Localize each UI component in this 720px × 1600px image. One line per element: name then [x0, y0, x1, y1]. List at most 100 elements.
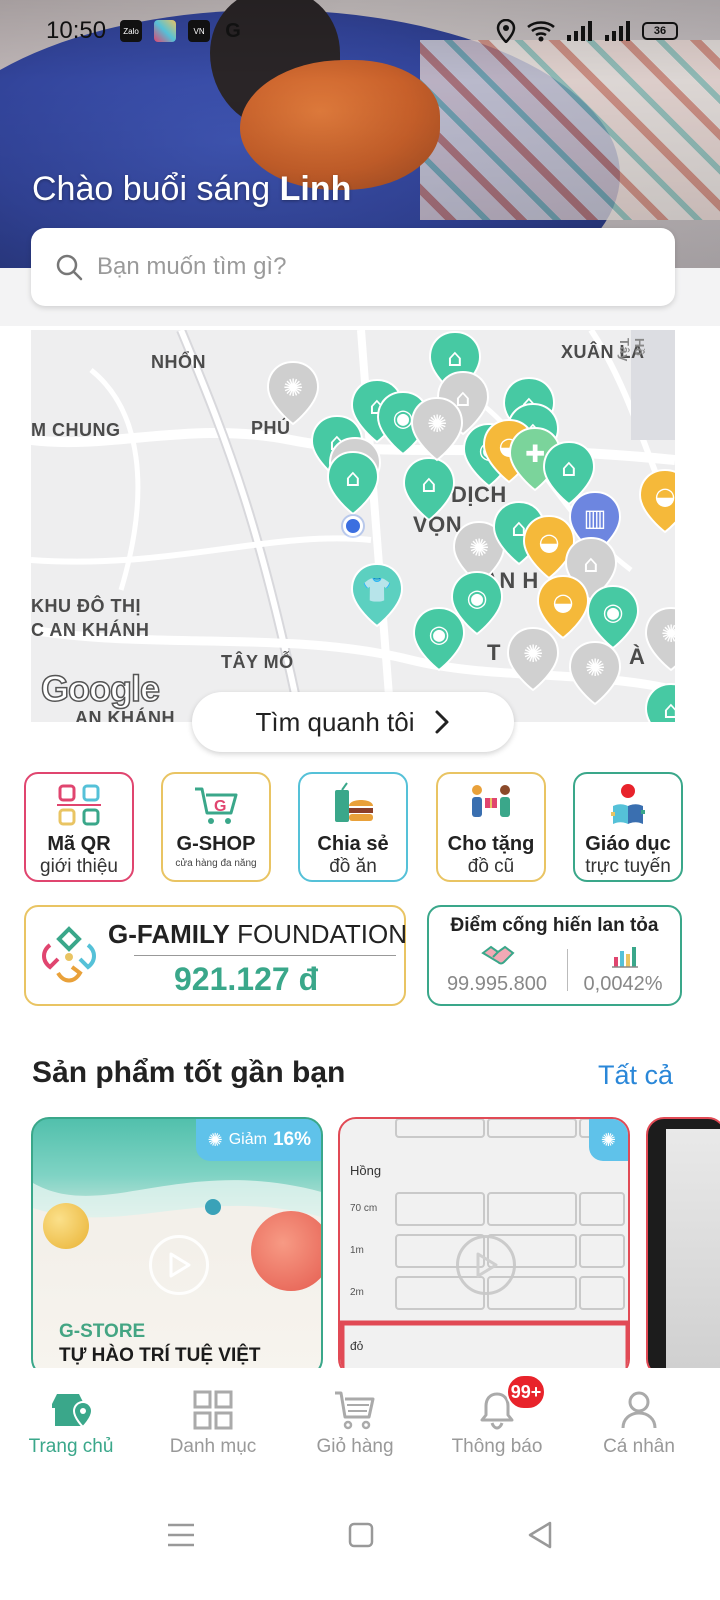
back-icon[interactable] [526, 1520, 554, 1550]
foundation-name: G-FAMILY FOUNDATION [108, 919, 407, 950]
service-sublabel: cửa hàng đa năng [175, 858, 257, 869]
svg-text:⌂: ⌂ [345, 464, 360, 492]
status-bar: 10:50 Zalo VN G 36 [0, 0, 720, 62]
svg-text:▥: ▥ [584, 504, 607, 532]
nav-label: Thông báo [451, 1436, 543, 1457]
service-sublabel: giới thiệu [40, 856, 118, 877]
vn-app-icon: VN [188, 20, 211, 42]
google-logo: Google [40, 667, 161, 710]
foundation-card[interactable]: G-FAMILY FOUNDATION 921.127 đ [24, 905, 407, 1006]
service-gshop[interactable]: G G-SHOP cửa hàng đa năng [161, 772, 271, 882]
map-label: M CHUNG [31, 420, 121, 440]
product-card[interactable] [646, 1117, 720, 1377]
search-bar[interactable] [31, 228, 675, 306]
signal-icon [567, 21, 592, 41]
map-label: C AN KHÁNH [31, 620, 150, 640]
card-slogan: TỰ HÀO TRÍ TUỆ VIỆT [59, 1345, 261, 1366]
service-label: Cho tặng [447, 833, 535, 855]
nav-categories[interactable]: Danh mục [142, 1368, 284, 1468]
map-label: AN KHÁNH [75, 708, 175, 722]
nav-label: Cá nhân [603, 1436, 675, 1457]
current-location-marker [343, 516, 363, 536]
discount-prefix: Giảm [228, 1131, 267, 1148]
chart-label: 2m [350, 1287, 364, 1298]
chart-label: đỏ [350, 1339, 364, 1353]
svg-text:👕: 👕 [362, 576, 392, 604]
signal-icon-2 [605, 21, 630, 41]
see-all-link[interactable]: Tất cả [598, 1060, 673, 1091]
nav-notifications[interactable]: 99+ Thông báo [426, 1368, 568, 1468]
service-label: Mã QR [47, 833, 111, 855]
service-qr-referral[interactable]: Mã QR giới thiệu [24, 772, 134, 882]
service-label: G-SHOP [176, 833, 256, 855]
map-food-pin-icon[interactable]: ◒ [637, 468, 675, 534]
svg-text:⌂: ⌂ [663, 696, 675, 722]
divider [567, 949, 568, 991]
user-icon [621, 1391, 657, 1429]
nav-home[interactable]: Trang chủ [0, 1368, 142, 1468]
map-logo-pin-icon[interactable]: ✺ [643, 606, 675, 672]
play-icon[interactable] [149, 1235, 209, 1295]
decorative-ball [205, 1199, 221, 1215]
food-icon [329, 782, 377, 828]
map-view[interactable]: NHỔN XUÂN LA Hồ Tây M CHUNG PHÚ KHU ĐÔ T… [31, 330, 675, 722]
cart-icon [335, 1391, 375, 1430]
search-nearby-label: Tìm quanh tôi [255, 706, 415, 737]
points-title: Điểm cống hiến lan tỏa [450, 915, 659, 936]
map-store-pin-icon[interactable]: ⌂ [643, 682, 675, 722]
svg-text:G: G [214, 798, 226, 815]
service-online-education[interactable]: Giáo dục trực tuyến [573, 772, 683, 882]
nav-label: Danh mục [169, 1436, 257, 1457]
zalo-icon: Zalo [120, 20, 143, 42]
map-shirt-pin-icon[interactable]: 👕 [349, 562, 405, 628]
discount-badge: ✺ Giảm 16% [195, 1119, 321, 1161]
foundation-name-rest: FOUNDATION [237, 919, 408, 949]
product-card[interactable]: ✺ Giảm 16% G-STORE TỰ HÀO TRÍ TUỆ VIỆT [31, 1117, 323, 1377]
nav-label: Trang chủ [28, 1436, 114, 1457]
svg-text:◉: ◉ [467, 584, 488, 612]
decorative-ball [43, 1203, 89, 1249]
map-label: Hồ Tây [617, 338, 647, 362]
greeting-user-name: Linh [279, 170, 352, 208]
menu-icon[interactable] [166, 1522, 196, 1548]
divider [134, 955, 396, 956]
service-sublabel: trực tuyến [585, 856, 671, 877]
play-icon[interactable] [456, 1235, 516, 1295]
shop-cart-icon: G [192, 782, 240, 828]
svg-text:✺: ✺ [523, 640, 543, 668]
contribution-points-card[interactable]: Điểm cống hiến lan tỏa 99.995.800 0,0042… [427, 905, 682, 1006]
foundation-amount: 921.127 đ [174, 961, 319, 997]
nav-cart[interactable]: Giỏ hàng [284, 1368, 426, 1468]
service-give-used-items[interactable]: Cho tặng đồ cũ [436, 772, 546, 882]
svg-text:⌂: ⌂ [447, 344, 462, 372]
decorative-ball [251, 1211, 321, 1291]
service-share-food[interactable]: Chia sẻ đồ ăn [298, 772, 408, 882]
svg-text:✺: ✺ [283, 374, 303, 402]
map-logo-pin-icon[interactable]: ✺ [505, 626, 561, 692]
map-label: TÂY MỖ [221, 652, 294, 672]
service-sublabel: đồ ăn [329, 856, 377, 877]
search-input[interactable] [97, 253, 617, 281]
search-nearby-button[interactable]: Tìm quanh tôi [192, 692, 514, 752]
map-pin-pin-icon[interactable]: ◉ [411, 606, 467, 672]
grid-icon [193, 1390, 233, 1430]
home-square-icon[interactable] [347, 1521, 375, 1549]
nav-label: Giỏ hàng [316, 1436, 394, 1457]
nav-profile[interactable]: Cá nhân [568, 1368, 710, 1468]
chart-label: 70 cm [350, 1203, 378, 1214]
svg-text:◒: ◒ [655, 482, 675, 510]
map-logo-pin-icon[interactable]: ✺ [567, 640, 623, 706]
map-logo-pin-icon[interactable]: ✺ [409, 396, 465, 462]
service-label: Chia sẻ [317, 833, 389, 855]
foundation-name-bold: G-FAMILY [108, 919, 230, 949]
map-store-pin-icon[interactable]: ⌂ [325, 450, 381, 516]
discount-value: 16% [272, 1129, 311, 1150]
map-store-pin-icon[interactable]: ⌂ [401, 456, 457, 522]
status-time: 10:50 [46, 17, 107, 44]
g-family-logo-icon [42, 926, 96, 983]
google-icon: G [225, 19, 241, 42]
svg-text:⌂: ⌂ [421, 470, 436, 498]
product-card[interactable]: Hồng 70 cm 1m 2m đỏ ✺ [338, 1117, 630, 1377]
discount-badge: ✺ [588, 1119, 628, 1161]
qr-code-icon [55, 782, 103, 828]
